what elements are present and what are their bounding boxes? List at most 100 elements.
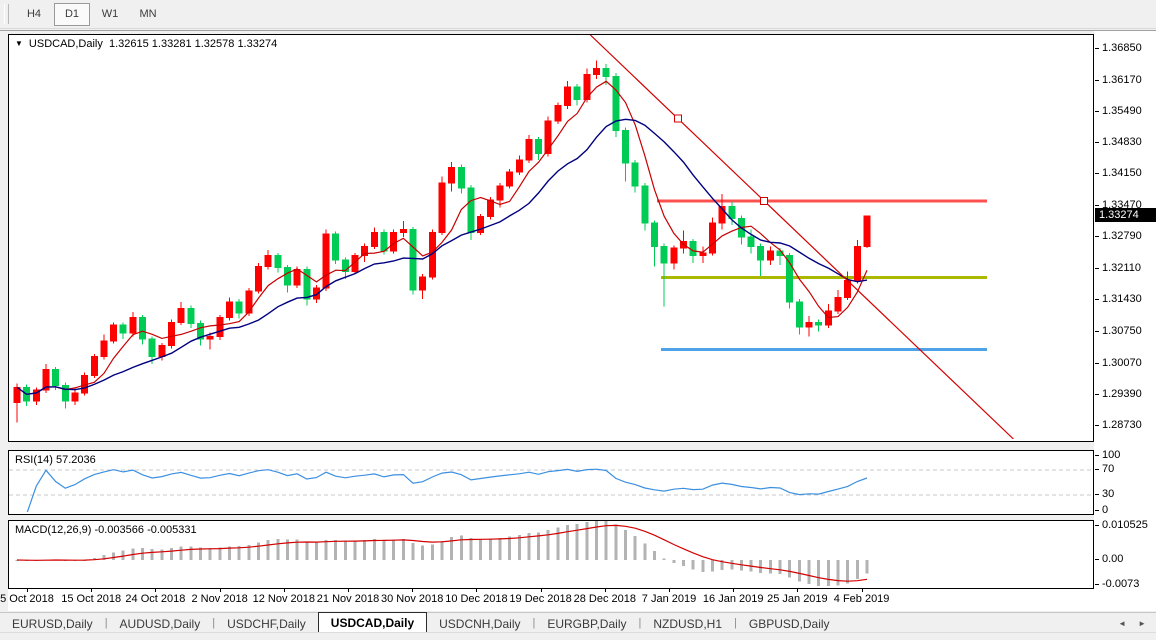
timeframe-button-mn[interactable]: MN [130,3,166,26]
candle-body [439,183,445,232]
candle-body [188,308,194,323]
candle-body [72,393,78,401]
macd-histogram-bar [421,545,424,560]
time-tick [733,589,734,592]
macd-histogram-bar [315,542,318,560]
trendline-handle[interactable] [761,197,768,204]
macd-histogram-bar [209,548,212,560]
candle-body [536,140,542,154]
price-tick-label: 1.36170 [1102,74,1142,86]
price-tick-label: 1.34830 [1102,136,1142,148]
tab-usdcnh-daily[interactable]: USDCNH,Daily [427,614,532,633]
tab-scroll-arrows: ◄► [1118,619,1146,628]
time-tick-label: 19 Dec 2018 [509,593,571,605]
macd-histogram-bar [798,560,801,582]
macd-histogram-bar [431,544,434,560]
tab-nzdusd-h1[interactable]: NZDUSD,H1 [641,614,734,633]
tab-usdcad-daily[interactable]: USDCAD,Daily [318,612,427,633]
rsi-pane[interactable]: RSI(14) 57.2036 [8,450,1094,515]
tab-audusd-daily[interactable]: AUDUSD,Daily [108,614,213,633]
price-tick-label: 1.32790 [1102,230,1142,242]
candle-body [574,87,580,100]
candle-body [632,163,638,186]
macd-histogram-bar [692,560,695,569]
macd-histogram-bar [827,560,830,586]
timeframe-toolbar: H4D1W1MN [0,0,1156,29]
time-tick-label: 4 Feb 2019 [834,593,890,605]
candle-body [284,268,290,286]
timeframe-button-d1[interactable]: D1 [54,3,90,26]
macd-histogram-bar [653,551,656,560]
macd-histogram-bar [257,542,260,560]
tab-usdchf-daily[interactable]: USDCHF,Daily [215,614,318,633]
price-tick-label: 1.28730 [1102,419,1142,431]
time-tick-label: 10 Dec 2018 [445,593,507,605]
macd-histogram-bar [672,560,675,563]
price-tick-label: 1.30750 [1102,325,1142,337]
macd-histogram-bar [624,530,627,560]
candle-body [178,308,184,322]
candle-body [323,234,329,288]
time-tick-label: 25 Jan 2019 [767,593,828,605]
candle-body [226,302,232,318]
macd-histogram-bar [730,560,733,570]
candle-body [149,339,155,357]
candle-body [816,322,822,325]
macd-histogram-bar [325,540,328,560]
price-tick-label: 1.29390 [1102,388,1142,400]
candle-body [53,370,59,386]
price-tick-label: 1.31430 [1102,293,1142,305]
macd-histogram-bar [373,539,376,560]
macd-pane[interactable]: MACD(12,26,9) -0.003566 -0.005331 [8,520,1094,589]
candle-body [391,232,397,251]
toolbar-grip[interactable] [4,4,9,24]
tab-eurgbp-daily[interactable]: EURGBP,Daily [535,614,638,633]
time-axis: 5 Oct 201815 Oct 201824 Oct 20182 Nov 20… [8,589,1094,611]
tabs-next-icon[interactable]: ► [1138,619,1146,628]
rsi-scale-label: 70 [1102,463,1114,475]
macd-histogram-bar [663,558,666,560]
candle-body [342,260,348,271]
candle-body [255,267,261,291]
candle-body [767,251,773,260]
timeframe-button-w1[interactable]: W1 [92,3,128,26]
chart-window: ▼ USDCAD,Daily 1.32615 1.33281 1.32578 1.… [0,30,1156,611]
candle-body [169,322,175,345]
macd-histogram-bar [180,547,183,560]
macd-histogram-bar [334,540,337,560]
macd-histogram-bar [808,560,811,584]
chart-header: ▼ USDCAD,Daily 1.32615 1.33281 1.32578 1.… [15,38,277,50]
macd-histogram-bar [122,551,125,560]
candle-body [623,130,629,162]
price-axis: 1.368501.361701.354901.348301.341501.334… [1094,31,1156,611]
candle-body [854,246,860,280]
symbol-dropdown-icon[interactable]: ▼ [15,39,23,48]
main-chart-pane[interactable]: ▼ USDCAD,Daily 1.32615 1.33281 1.32578 1.… [8,34,1094,442]
macd-histogram-bar [508,537,511,560]
candle-body [642,186,648,223]
macd-histogram-bar [817,560,820,586]
time-tick-label: 15 Oct 2018 [61,593,121,605]
timeframe-button-h4[interactable]: H4 [16,3,52,26]
tab-gbpusd-daily[interactable]: GBPUSD,Daily [737,614,842,633]
chart-header-text: USDCAD,Daily 1.32615 1.33281 1.32578 1.3… [29,38,277,50]
time-tick-label: 16 Jan 2019 [703,593,764,605]
candle-body [526,140,532,160]
rsi-scale-label: 100 [1102,449,1120,461]
candle-body [603,69,609,77]
macd-histogram-bar [141,548,144,560]
price-tick-label: 1.30070 [1102,357,1142,369]
time-tick-label: 12 Nov 2018 [253,593,315,605]
macd-histogram-bar [518,535,521,560]
time-tick-label: 30 Nov 2018 [381,593,443,605]
trendline-handle[interactable] [675,115,682,122]
macd-histogram-bar [711,560,714,572]
tab-eurusd-daily[interactable]: EURUSD,Daily [0,614,105,633]
candle-body [497,186,503,200]
macd-histogram-bar [354,541,357,560]
macd-histogram-bar [344,541,347,560]
candle-body [410,230,416,290]
macd-histogram-bar [402,539,405,560]
tabs-prev-icon[interactable]: ◄ [1118,619,1126,628]
macd-label: MACD(12,26,9) -0.003566 -0.005331 [15,524,197,536]
